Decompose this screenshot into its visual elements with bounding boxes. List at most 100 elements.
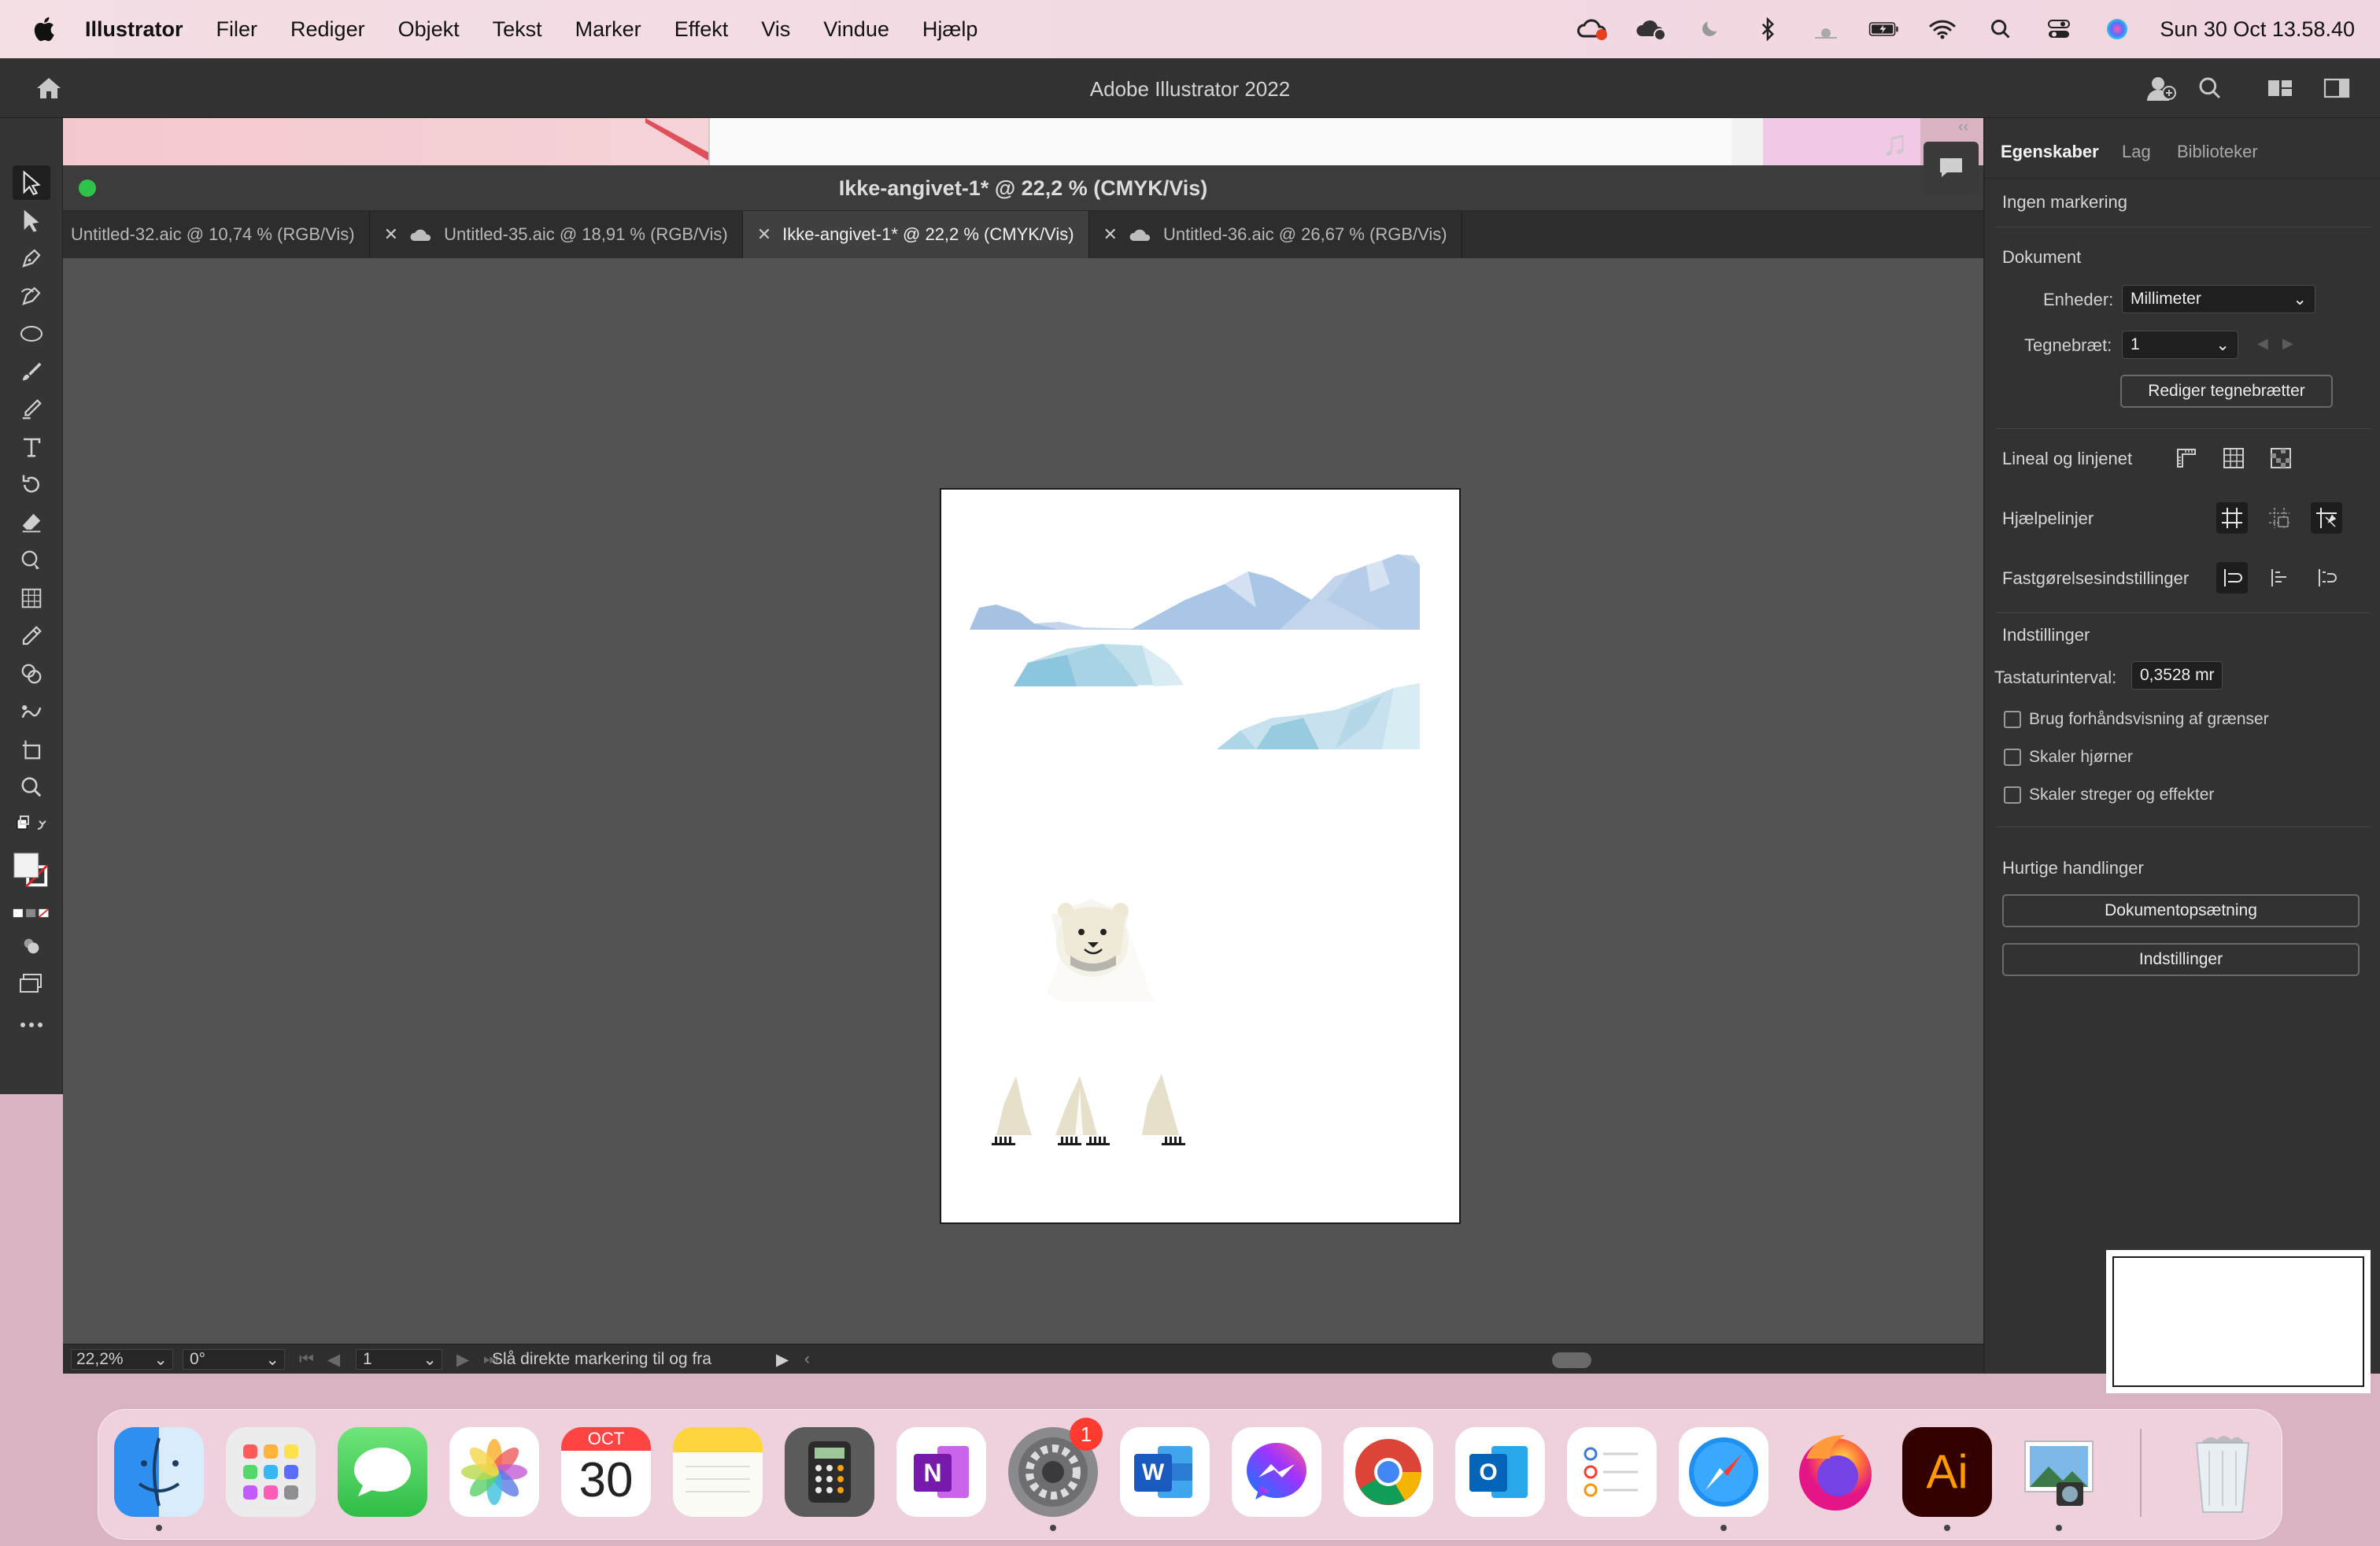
shaper-tool-icon[interactable] xyxy=(13,392,50,427)
show-guides-icon[interactable] xyxy=(2216,502,2248,534)
artboard-number-field[interactable]: 1 ⌄ xyxy=(356,1349,442,1370)
dock-photos-icon[interactable] xyxy=(449,1427,539,1517)
panel-toggle-icon[interactable] xyxy=(2323,77,2350,103)
tab-untitled-35[interactable]: ✕ Untitled-35.aic @ 18,91 % (RGB/Vis) xyxy=(370,211,743,258)
wifi-icon[interactable] xyxy=(1927,16,1958,43)
iceberg-right-artwork[interactable] xyxy=(1217,683,1420,749)
menu-filer[interactable]: Filer xyxy=(216,17,258,42)
selection-tool-icon[interactable] xyxy=(13,165,50,200)
battery-icon[interactable] xyxy=(1868,16,1900,43)
snap-to-grid-icon[interactable] xyxy=(2264,562,2295,594)
color-mode-icons[interactable] xyxy=(13,896,50,930)
dock-onenote-icon[interactable]: N xyxy=(896,1427,986,1517)
fill-stroke-swatch[interactable] xyxy=(13,849,50,893)
navigator-thumbnail[interactable] xyxy=(2112,1256,2364,1387)
tab-untitled-32[interactable]: Untitled-32.aic @ 10,74 % (RGB/Vis) xyxy=(63,211,370,258)
curvature-tool-icon[interactable] xyxy=(13,279,50,313)
scale-strokes-effects-checkbox[interactable]: Skaler streger og effekter xyxy=(2004,786,2214,804)
preferences-button[interactable]: Indstillinger xyxy=(2002,943,2360,976)
dock-chrome-icon[interactable] xyxy=(1343,1427,1433,1517)
pen-tool-icon[interactable] xyxy=(13,241,50,276)
grid-icon[interactable] xyxy=(2218,442,2249,474)
menu-app-name[interactable]: Illustrator xyxy=(85,17,183,42)
close-tab-icon[interactable]: ✕ xyxy=(757,224,771,245)
menu-objekt[interactable]: Objekt xyxy=(398,17,460,42)
menu-marker[interactable]: Marker xyxy=(575,17,641,42)
dock-launchpad-icon[interactable] xyxy=(226,1427,316,1517)
creative-cloud-icon[interactable] xyxy=(1577,16,1609,43)
siri-icon[interactable] xyxy=(2101,16,2133,43)
snap-to-point-icon[interactable] xyxy=(2216,562,2248,594)
workspace-switcher-icon[interactable] xyxy=(2267,77,2293,103)
dock-reminders-icon[interactable] xyxy=(1567,1427,1657,1517)
ellipse-tool-icon[interactable] xyxy=(13,316,50,351)
dock-messenger-icon[interactable] xyxy=(1232,1427,1321,1517)
previous-artboard-icon[interactable]: ◀ xyxy=(327,1349,340,1370)
moon-icon[interactable] xyxy=(1694,16,1725,43)
puppet-warp-tool-icon[interactable] xyxy=(13,543,50,578)
direct-selection-tool-icon[interactable] xyxy=(13,203,50,238)
artboard-tool-icon[interactable] xyxy=(13,732,50,767)
tab-biblioteker[interactable]: Biblioteker xyxy=(2177,142,2258,162)
menu-vindue[interactable]: Vindue xyxy=(823,17,889,42)
dock-safari-icon[interactable] xyxy=(1679,1427,1768,1517)
eyedropper-tool-icon[interactable] xyxy=(13,619,50,653)
dock-messages-icon[interactable] xyxy=(338,1427,427,1517)
bluetooth-icon[interactable] xyxy=(1752,16,1783,43)
shape-builder-tool-icon[interactable] xyxy=(13,656,50,691)
scale-corners-checkbox[interactable]: Skaler hjørner xyxy=(2004,748,2133,767)
screen-mode-icon[interactable] xyxy=(13,967,50,1001)
close-tab-icon[interactable]: ✕ xyxy=(384,224,398,245)
document-setup-button[interactable]: Dokumentopsætning xyxy=(2002,894,2360,927)
tab-lag[interactable]: Lag xyxy=(2122,142,2151,162)
ruler-icon[interactable] xyxy=(2171,442,2202,474)
first-artboard-icon[interactable]: ⏮ xyxy=(299,1349,314,1370)
dock-system-preferences-icon[interactable]: 1 xyxy=(1008,1418,1103,1517)
rotate-tool-icon[interactable] xyxy=(13,468,50,502)
edit-artboards-button[interactable]: Rediger tegnebrætter xyxy=(2120,375,2333,408)
tab-untitled-36[interactable]: ✕ Untitled-36.aic @ 26,67 % (RGB/Vis) xyxy=(1089,211,1462,258)
dock-calculator-icon[interactable] xyxy=(785,1427,874,1517)
control-center-icon[interactable] xyxy=(2043,16,2075,43)
apple-logo-icon[interactable] xyxy=(31,15,60,43)
more-tools-icon[interactable] xyxy=(13,1008,50,1042)
paintbrush-tool-icon[interactable] xyxy=(13,354,50,389)
snap-to-pixel-icon[interactable] xyxy=(2311,562,2342,594)
brightness-icon[interactable] xyxy=(1810,16,1842,43)
draw-mode-icon[interactable] xyxy=(13,929,50,963)
horizontal-scrollbar-thumb[interactable] xyxy=(1552,1352,1591,1368)
perspective-grid-tool-icon[interactable] xyxy=(13,581,50,616)
iceberg-range-artwork[interactable] xyxy=(970,554,1420,630)
dock-firefox-icon[interactable] xyxy=(1791,1427,1880,1517)
search-icon[interactable] xyxy=(2197,76,2223,105)
spotlight-search-icon[interactable] xyxy=(1985,16,2016,43)
rotation-field[interactable]: 0° ⌄ xyxy=(183,1349,285,1370)
blend-tool-icon[interactable] xyxy=(13,694,50,729)
swap-fill-stroke-icon[interactable] xyxy=(13,808,50,842)
dock-word-icon[interactable]: W xyxy=(1120,1427,1210,1517)
dock-outlook-icon[interactable]: O xyxy=(1455,1427,1545,1517)
preview-bounds-checkbox[interactable]: Brug forhåndsvisning af grænser xyxy=(2004,710,2269,729)
menu-rediger[interactable]: Rediger xyxy=(290,17,365,42)
icloud-icon[interactable] xyxy=(1635,16,1667,43)
polar-bear-artwork[interactable] xyxy=(992,899,1185,1145)
share-user-icon[interactable] xyxy=(2145,74,2177,106)
dock-notes-icon[interactable] xyxy=(673,1427,763,1517)
dock-calendar-icon[interactable]: OCT 30 xyxy=(561,1427,651,1517)
checkbox-box[interactable] xyxy=(2004,786,2021,804)
transparency-grid-icon[interactable] xyxy=(2265,442,2297,474)
close-tab-icon[interactable]: ✕ xyxy=(1103,224,1118,245)
dock-finder-icon[interactable] xyxy=(114,1427,204,1517)
tab-ikke-angivet-1[interactable]: ✕ Ikke-angivet-1* @ 22,2 % (CMYK/Vis) xyxy=(742,211,1089,258)
next-artboard-icon[interactable]: ▶ xyxy=(2282,335,2293,352)
iceberg-middle-artwork[interactable] xyxy=(1014,644,1184,686)
checkbox-box[interactable] xyxy=(2004,749,2021,766)
menu-vis[interactable]: Vis xyxy=(761,17,790,42)
artboard-select[interactable]: 1 ⌄ xyxy=(2122,331,2238,359)
collapse-panels-icon[interactable]: ‹‹ xyxy=(1958,118,1968,136)
status-menu-arrow-icon[interactable]: ▶ xyxy=(776,1349,789,1370)
dock-illustrator-icon[interactable]: Ai xyxy=(1902,1427,1992,1517)
menu-tekst[interactable]: Tekst xyxy=(493,17,542,42)
menu-hjaelp[interactable]: Hjælp xyxy=(922,17,978,42)
eraser-tool-icon[interactable] xyxy=(13,505,50,540)
